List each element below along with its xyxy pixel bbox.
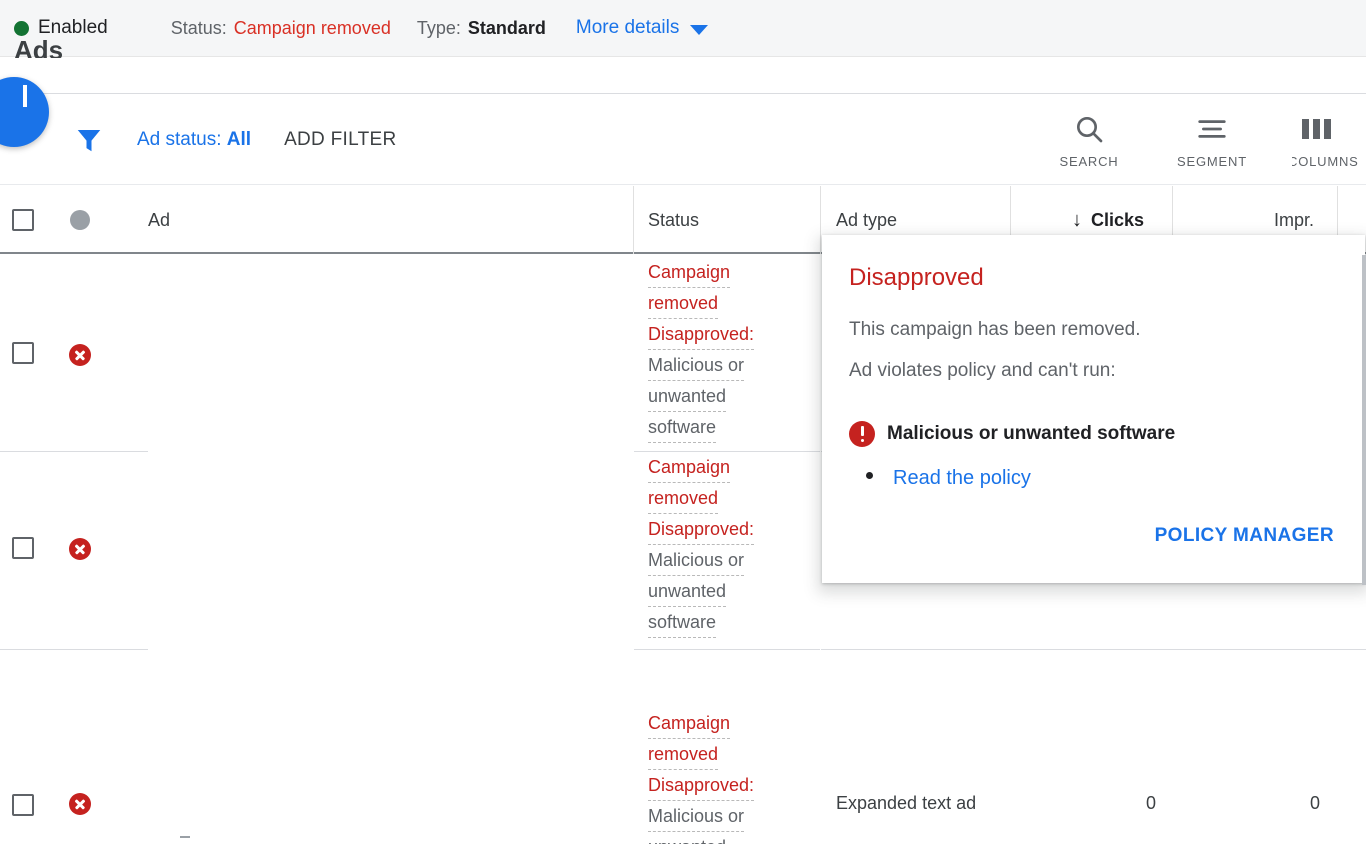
type-key: Type: [416, 17, 461, 38]
disapproved-tooltip-card: Disapproved This campaign has been remov… [822, 235, 1365, 583]
status-value: Campaign removed [233, 17, 391, 38]
filter-chip-value: All [226, 128, 252, 150]
columns-button[interactable]: COLUMNS [1292, 111, 1366, 169]
sort-arrow-down-icon: ↓ [1072, 208, 1082, 231]
tooltip-violation-label: Malicious or unwanted software [887, 423, 1176, 444]
page-title: Ads [14, 40, 64, 60]
tooltip-policy-bullet: Read the policy [866, 467, 1031, 490]
tooltip-line-2: Ad violates policy and can't run: [849, 360, 1116, 381]
warning-circle-icon [849, 421, 875, 447]
status-line: removed [648, 483, 719, 514]
status-line: Disapproved: [648, 770, 755, 801]
table-row[interactable]: Campaign removed Disapproved: Malicious … [0, 650, 1366, 844]
status-key: Status: [170, 17, 227, 38]
error-circle-icon[interactable] [69, 793, 91, 815]
columns-label: COLUMNS [1292, 153, 1359, 169]
tooltip-violation: Malicious or unwanted software [849, 421, 1175, 447]
status-line: Disapproved: [648, 319, 755, 350]
content-top-band [0, 58, 1366, 94]
type-field: Type: Standard [417, 18, 546, 39]
app-root: Ads Enabled Status: Campaign removed Typ… [0, 0, 1366, 844]
segment-button[interactable]: SEGMENT [1169, 111, 1255, 169]
filter-funnel-icon[interactable] [74, 125, 104, 155]
enabled-state: Enabled [14, 17, 108, 39]
table-tools: SEARCH SEGMENT COLUMNS [1046, 111, 1366, 169]
status-line: Campaign [648, 452, 731, 483]
error-circle-icon[interactable] [69, 344, 91, 366]
status-cell[interactable]: Campaign removed Disapproved: Malicious … [648, 708, 818, 844]
tooltip-line-1: This campaign has been removed. [849, 319, 1141, 340]
status-line: removed [648, 288, 719, 319]
columns-icon [1292, 111, 1342, 147]
search-label: SEARCH [1059, 153, 1119, 169]
search-icon [1073, 111, 1105, 147]
type-value: Standard [467, 17, 546, 38]
read-the-policy-link[interactable]: Read the policy [893, 467, 1031, 490]
row-checkbox[interactable] [12, 342, 34, 364]
filter-toolbar: Ad status: All ADD FILTER SEARCH SEGMENT… [0, 95, 1366, 185]
filter-chip-ad-status[interactable]: Ad status: All [137, 129, 251, 151]
enabled-dot-icon [14, 20, 29, 36]
enabled-label: Enabled [38, 17, 108, 38]
bullet-dot-icon [866, 472, 873, 479]
status-field: Status: Campaign removed [171, 18, 391, 39]
status-line: unwanted [648, 381, 727, 412]
status-line: Malicious or [648, 350, 745, 381]
vertical-scrollbar-thumb[interactable] [1362, 255, 1366, 585]
status-line: unwanted [648, 832, 726, 844]
status-line: Malicious or [648, 801, 745, 832]
segment-icon [1196, 111, 1228, 147]
segment-label: SEGMENT [1177, 153, 1247, 169]
select-all-checkbox[interactable] [12, 209, 34, 231]
header-divider [820, 186, 821, 254]
status-line: Malicious or [648, 545, 745, 576]
status-cell[interactable]: Campaign removed Disapproved: Malicious … [648, 452, 818, 638]
status-line: software [648, 607, 717, 638]
chevron-down-icon [690, 24, 709, 35]
status-line: unwanted [648, 576, 727, 607]
filter-chip-prefix: Ad status: [137, 128, 227, 150]
header-ad[interactable]: Ad [148, 186, 170, 254]
truncated-row-marker [180, 836, 190, 838]
status-line: removed [648, 739, 719, 770]
row-checkbox[interactable] [12, 537, 34, 559]
header-clicks-label: Clicks [1091, 209, 1145, 230]
status-line: Disapproved: [648, 514, 755, 545]
status-cell[interactable]: Campaign removed Disapproved: Malicious … [648, 257, 818, 443]
search-button[interactable]: SEARCH [1046, 111, 1132, 169]
campaign-status-strip: Enabled Status: Campaign removed Type: S… [0, 0, 1366, 57]
status-line: Campaign [648, 708, 731, 739]
ad-type-cell: Expanded text ad [836, 793, 977, 813]
header-divider [633, 186, 634, 254]
policy-manager-button[interactable]: POLICY MANAGER [1155, 525, 1334, 547]
more-details-label: More details [575, 17, 680, 38]
row-checkbox[interactable] [12, 794, 34, 816]
error-circle-icon[interactable] [69, 538, 91, 560]
header-status[interactable]: Status [648, 186, 699, 254]
status-column-dot-icon [70, 210, 90, 230]
more-details-button[interactable]: More details [576, 17, 709, 39]
tooltip-title: Disapproved [849, 264, 984, 291]
status-line: Campaign [648, 257, 731, 288]
status-line: software [648, 412, 717, 443]
add-filter-button[interactable]: ADD FILTER [284, 129, 396, 151]
